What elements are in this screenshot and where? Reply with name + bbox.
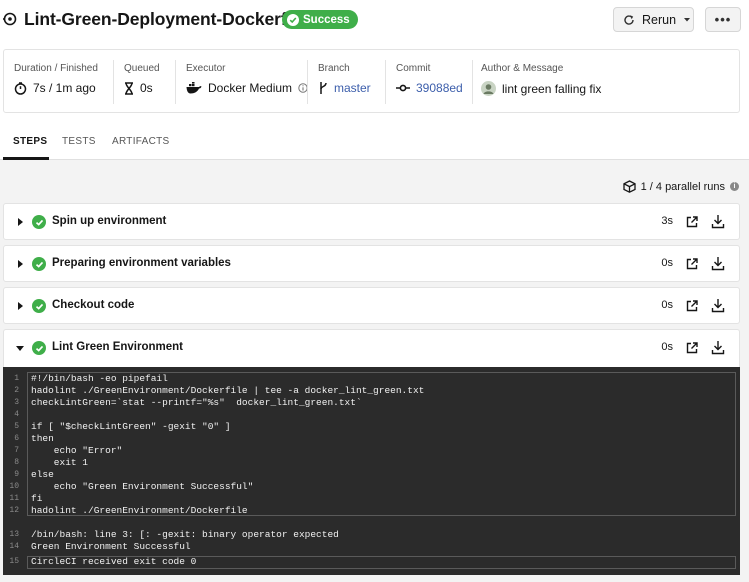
step-name: Lint Green Environment (52, 341, 183, 353)
page-title: Lint-Green-Deployment-Dockerfile (24, 9, 306, 29)
download-icon[interactable] (711, 298, 725, 313)
external-link-icon[interactable] (685, 257, 699, 271)
success-check-icon (32, 215, 46, 229)
commit-section: Commit 39088ed (386, 50, 471, 114)
external-link-icon[interactable] (685, 215, 699, 229)
tab-artifacts[interactable]: ARTIFACTS (112, 136, 170, 147)
docker-icon (186, 82, 202, 94)
page-header: Lint-Green-Deployment-Dockerfile Success… (0, 0, 749, 40)
commit-icon (396, 84, 410, 92)
job-tabs: STEPS TESTS ARTIFACTS (0, 125, 749, 160)
external-link-icon[interactable] (685, 299, 699, 313)
log-line: 12 hadolint ./GreenEnvironment/Dockerfile (9, 505, 248, 516)
author-section: Author & Message lint green falling fix (471, 50, 731, 114)
step-duration: 3s (661, 215, 673, 227)
log-line: 10 echo "Green Environment Successful" (9, 481, 254, 492)
commit-label: Commit (396, 63, 431, 74)
executor-label: Executor (186, 63, 226, 74)
success-check-icon (32, 299, 46, 313)
success-check-icon (32, 341, 46, 355)
log-line: 2 hadolint ./GreenEnvironment/Dockerfile … (14, 385, 425, 396)
log-line: 5 if [ "$checkLintGreen" -gexit "0" ] (14, 421, 231, 432)
step-duration: 0s (661, 299, 673, 311)
download-icon[interactable] (711, 340, 725, 355)
parallel-runs-label: 1 / 4 parallel runs (640, 180, 725, 193)
log-line: 11 fi (9, 493, 43, 504)
caret-right-icon[interactable] (16, 259, 24, 269)
executor-value: Docker Medium (208, 81, 293, 95)
step-name: Preparing environment variables (52, 257, 231, 269)
log-line: 3 checkLintGreen=`stat --printf="%s" dock… (14, 397, 362, 408)
refresh-icon (624, 14, 634, 25)
commit-message: lint green falling fix (502, 81, 602, 96)
log-line: 14 Green Environment Successful (9, 541, 191, 552)
branch-label: Branch (318, 63, 350, 74)
caret-right-icon[interactable] (16, 217, 24, 227)
log-line: 1 #!/bin/bash -eo pipefail (14, 373, 168, 384)
step-duration: 0s (661, 257, 673, 269)
more-options-button[interactable]: ••• (705, 7, 741, 32)
log-line: 6 then (14, 433, 54, 444)
queued-value: 0s (140, 81, 153, 95)
cube-icon (622, 180, 636, 193)
status-badge: Success (282, 10, 358, 29)
step-spin-up-environment[interactable]: Spin up environment 3s (3, 203, 740, 240)
caret-down-icon[interactable] (16, 343, 24, 353)
log-line: 8 exit 1 (14, 457, 89, 468)
queued-section: Queued 0s (114, 50, 174, 114)
caret-right-icon[interactable] (16, 301, 24, 311)
check-icon (287, 13, 299, 26)
duration-label: Duration / Finished (14, 63, 98, 74)
queued-label: Queued (124, 63, 160, 74)
external-link-icon[interactable] (685, 341, 699, 355)
branch-link[interactable]: master (334, 81, 371, 95)
avatar (481, 81, 496, 96)
duration-section: Duration / Finished 7s / 1m ago (4, 50, 112, 114)
duration-value: 7s / 1m ago (33, 81, 96, 95)
commit-link[interactable]: 39088ed (416, 81, 463, 95)
step-name: Spin up environment (52, 215, 167, 227)
author-label: Author & Message (481, 63, 564, 74)
download-icon[interactable] (711, 256, 725, 271)
branch-icon (320, 82, 327, 94)
chevron-down-icon (684, 17, 691, 21)
executor-section: Executor Docker Medium (176, 50, 308, 114)
info-icon[interactable]: i (730, 182, 739, 191)
log-line: 15 CircleCI received exit code 0 (9, 556, 197, 567)
rerun-button[interactable]: Rerun (613, 7, 694, 32)
step-duration: 0s (661, 341, 673, 353)
timer-icon (14, 81, 27, 95)
rerun-label: Rerun (642, 12, 677, 27)
tab-steps[interactable]: STEPS (13, 136, 47, 147)
log-line: 13/bin/bash: line 3: [: -gexit: binary o… (9, 529, 339, 540)
success-check-icon (32, 257, 46, 271)
log-line: 4 (14, 410, 19, 419)
status-badge-label: Success (303, 13, 350, 26)
workflow-icon (3, 12, 17, 26)
log-line: 7 echo "Error" (14, 445, 123, 456)
log-line: 9 else (14, 469, 54, 480)
pipeline-summary: Duration / Finished 7s / 1m ago Queued 0… (3, 49, 740, 113)
parallel-runs-selector[interactable]: 1 / 4 parallel runs i (622, 180, 739, 193)
branch-section: Branch master (308, 50, 384, 114)
step-preparing-environment-variables[interactable]: Preparing environment variables 0s (3, 245, 740, 282)
step-checkout-code[interactable]: Checkout code 0s (3, 287, 740, 324)
step-name: Checkout code (52, 299, 135, 311)
step-output-log: 1 #!/bin/bash -eo pipefail 2 hadolint ./Gr… (3, 367, 740, 575)
tab-tests[interactable]: TESTS (62, 136, 96, 147)
step-lint-green-environment[interactable]: Lint Green Environment 0s (3, 329, 740, 367)
download-icon[interactable] (711, 214, 725, 229)
hourglass-icon (125, 81, 133, 95)
